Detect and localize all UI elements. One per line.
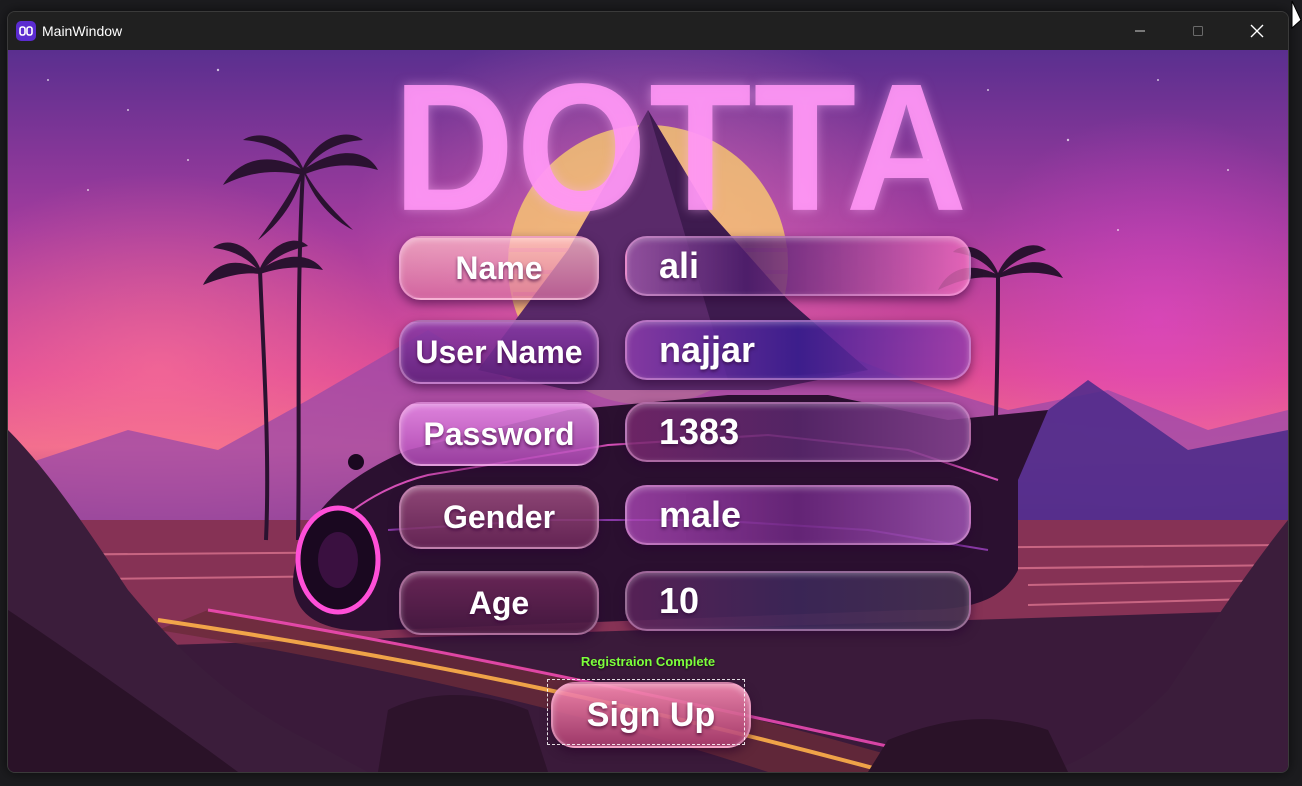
sign-up-button[interactable]: Sign Up bbox=[551, 682, 751, 748]
name-input[interactable]: ali bbox=[625, 236, 971, 296]
mouse-cursor-icon bbox=[1291, 0, 1302, 30]
name-label: Name bbox=[399, 236, 599, 300]
title-bar[interactable]: MainWindow bbox=[8, 12, 1288, 50]
maximize-button[interactable] bbox=[1169, 12, 1227, 50]
age-label: Age bbox=[399, 571, 599, 635]
username-label: User Name bbox=[399, 320, 599, 384]
password-input[interactable]: 1383 bbox=[625, 402, 971, 462]
gender-label: Gender bbox=[399, 485, 599, 549]
maximize-icon bbox=[1193, 26, 1203, 36]
background-scene: DOTTA Name ali User Name najjar Password… bbox=[8, 50, 1288, 772]
gender-input[interactable]: male bbox=[625, 485, 971, 545]
close-icon bbox=[1250, 24, 1264, 38]
window-title: MainWindow bbox=[42, 23, 123, 39]
brand-title: DOTTA bbox=[393, 50, 970, 249]
minimize-icon bbox=[1135, 30, 1145, 32]
username-input[interactable]: najjar bbox=[625, 320, 971, 380]
app-logo-icon bbox=[16, 21, 36, 41]
main-window: MainWindow DOTTA Name ali User Name najj… bbox=[7, 11, 1289, 773]
registration-status: Registraion Complete bbox=[580, 654, 716, 669]
close-button[interactable] bbox=[1228, 12, 1286, 50]
minimize-button[interactable] bbox=[1111, 12, 1169, 50]
password-label: Password bbox=[399, 402, 599, 466]
age-input[interactable]: 10 bbox=[625, 571, 971, 631]
